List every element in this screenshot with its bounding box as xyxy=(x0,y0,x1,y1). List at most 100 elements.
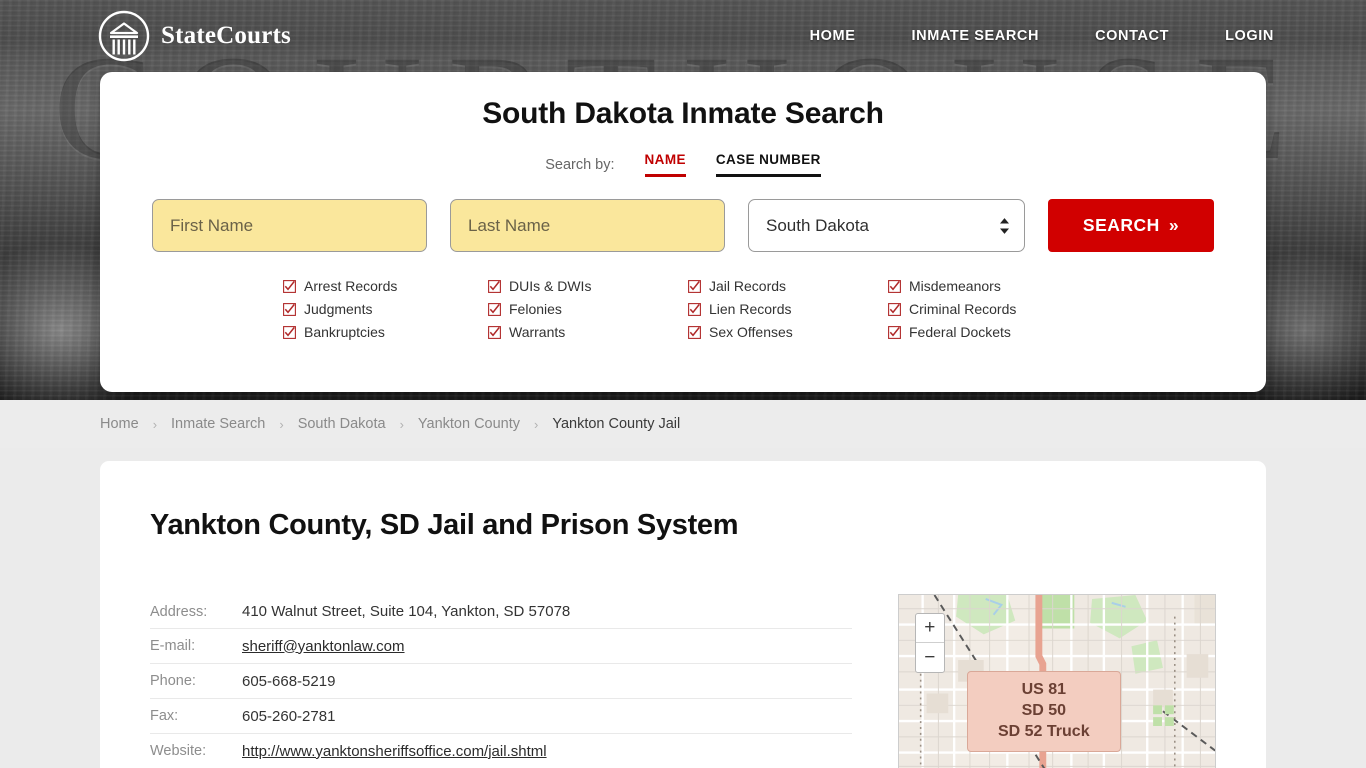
chevron-right-icon: › xyxy=(152,416,158,432)
record-type-checklist: Arrest Records DUIs & DWIs Jail Records … xyxy=(283,278,1083,340)
chevron-updown-icon xyxy=(999,217,1010,234)
check-label: DUIs & DWIs xyxy=(509,278,592,294)
checkbox-checked-icon xyxy=(488,302,501,316)
breadcrumb: Home › Inmate Search › South Dakota › Ya… xyxy=(100,416,680,432)
checkbox-checked-icon xyxy=(688,302,701,316)
courthouse-circle-icon xyxy=(98,10,150,62)
top-navigation-bar: StateCourts HOME INMATE SEARCH CONTACT L… xyxy=(0,0,1366,72)
checkbox-checked-icon xyxy=(488,325,501,339)
chevron-right-icon: › xyxy=(399,416,404,432)
check-label: Felonies xyxy=(509,301,562,317)
search-by-tabs: Search by: NAME CASE NUMBER xyxy=(100,152,1266,177)
location-map[interactable]: + − US 81 SD 50 SD 52 Truck xyxy=(897,594,1216,768)
brand-name: StateCourts xyxy=(161,22,291,49)
row-label: Fax: xyxy=(150,708,179,724)
check-item-duis-dwis[interactable]: DUIs & DWIs xyxy=(488,278,688,294)
search-button-label: SEARCH xyxy=(1082,215,1160,235)
row-label: Website: xyxy=(150,743,207,759)
checkbox-checked-icon xyxy=(283,279,296,293)
check-item-sex-offenses[interactable]: Sex Offenses xyxy=(688,324,888,340)
check-label: Lien Records xyxy=(709,301,792,317)
first-name-input[interactable] xyxy=(152,199,427,252)
check-item-felonies[interactable]: Felonies xyxy=(488,301,688,317)
checkbox-checked-icon xyxy=(688,325,701,339)
breadcrumb-bar: Home › Inmate Search › South Dakota › Ya… xyxy=(0,400,1366,448)
breadcrumb-item-south-dakota[interactable]: South Dakota xyxy=(298,416,386,432)
table-row: Address: 410 Walnut Street, Suite 104, Y… xyxy=(150,594,852,629)
breadcrumb-item-inmate-search[interactable]: Inmate Search xyxy=(171,416,265,432)
row-label: Phone: xyxy=(150,673,196,689)
search-by-label: Search by: xyxy=(545,156,615,173)
row-value-email: sheriff@yanktonlaw.com xyxy=(242,638,405,655)
check-label: Arrest Records xyxy=(304,278,398,294)
nav-item-contact[interactable]: CONTACT xyxy=(1095,28,1169,44)
state-select[interactable]: South Dakota xyxy=(748,199,1025,252)
check-label: Misdemeanors xyxy=(909,278,1001,294)
check-label: Judgments xyxy=(304,301,373,317)
row-value-website: http://www.yanktonsheriffsoffice.com/jai… xyxy=(242,743,547,760)
website-link[interactable]: http://www.yanktonsheriffsoffice.com/jai… xyxy=(242,743,547,760)
checkbox-checked-icon xyxy=(283,325,296,339)
breadcrumb-item-current: Yankton County Jail xyxy=(552,416,681,432)
facility-info-table: Address: 410 Walnut Street, Suite 104, Y… xyxy=(150,594,852,768)
zoom-out-button[interactable]: − xyxy=(916,643,944,672)
check-label: Bankruptcies xyxy=(304,324,385,340)
search-card-title: South Dakota Inmate Search xyxy=(482,97,884,130)
check-item-jail-records[interactable]: Jail Records xyxy=(688,278,888,294)
check-item-misdemeanors[interactable]: Misdemeanors xyxy=(888,278,1083,294)
check-label: Warrants xyxy=(509,324,566,340)
map-zoom-controls: + − xyxy=(914,613,945,673)
row-value-phone: 605-668-5219 xyxy=(242,672,336,690)
email-link[interactable]: sheriff@yanktonlaw.com xyxy=(242,638,405,655)
table-row: Fax: 605-260-2781 xyxy=(150,699,852,734)
check-label: Jail Records xyxy=(709,278,787,294)
checkbox-checked-icon xyxy=(488,279,501,293)
search-button[interactable]: SEARCH » xyxy=(1048,199,1214,252)
checkbox-checked-icon xyxy=(888,279,901,293)
zoom-in-button[interactable]: + xyxy=(915,614,944,643)
table-row: Phone: 605-668-5219 xyxy=(150,664,852,699)
check-item-judgments[interactable]: Judgments xyxy=(283,301,488,317)
highway-shield-label: US 81 SD 50 SD 52 Truck xyxy=(966,671,1121,753)
brand-logo[interactable]: StateCourts xyxy=(98,10,291,62)
hero-banner: COURTHOUSE StateCourts HOME INMATE SEARC… xyxy=(0,0,1366,400)
facility-detail-body: Address: 410 Walnut Street, Suite 104, Y… xyxy=(100,594,1266,768)
page-title: Yankton County, SD Jail and Prison Syste… xyxy=(150,509,739,541)
double-chevron-right-icon: » xyxy=(1168,215,1180,235)
checkbox-checked-icon xyxy=(688,279,701,293)
chevron-right-icon: › xyxy=(534,416,539,432)
state-select-value: South Dakota xyxy=(766,215,870,235)
nav-item-login[interactable]: LOGIN xyxy=(1225,28,1274,44)
search-fields-row: South Dakota SEARCH » xyxy=(100,199,1266,252)
facility-detail-card: Yankton County, SD Jail and Prison Syste… xyxy=(100,461,1266,768)
nav-item-inmate-search[interactable]: INMATE SEARCH xyxy=(912,28,1040,44)
last-name-input[interactable] xyxy=(450,199,725,252)
check-item-bankruptcies[interactable]: Bankruptcies xyxy=(283,324,488,340)
check-item-lien-records[interactable]: Lien Records xyxy=(688,301,888,317)
check-item-criminal-records[interactable]: Criminal Records xyxy=(888,301,1083,317)
highway-line-3: SD 52 Truck xyxy=(997,723,1090,741)
highway-line-2: SD 50 xyxy=(1021,702,1067,720)
breadcrumb-item-yankton-county[interactable]: Yankton County xyxy=(418,416,520,432)
row-label: Address: xyxy=(150,603,208,620)
checkbox-checked-icon xyxy=(283,302,296,316)
table-row: E-mail: sheriff@yanktonlaw.com xyxy=(150,629,852,664)
check-item-arrest-records[interactable]: Arrest Records xyxy=(283,278,488,294)
inmate-search-card: South Dakota Inmate Search Search by: NA… xyxy=(100,72,1266,392)
row-value-fax: 605-260-2781 xyxy=(242,707,336,725)
highway-line-1: US 81 xyxy=(1021,681,1067,698)
tab-name[interactable]: NAME xyxy=(644,152,686,177)
check-label: Sex Offenses xyxy=(709,324,793,340)
check-item-federal-dockets[interactable]: Federal Dockets xyxy=(888,324,1083,340)
breadcrumb-item-home[interactable]: Home xyxy=(100,416,139,432)
nav-item-home[interactable]: HOME xyxy=(810,28,856,44)
tab-case-number[interactable]: CASE NUMBER xyxy=(715,152,821,177)
checkbox-checked-icon xyxy=(888,325,901,339)
chevron-right-icon: › xyxy=(279,416,284,432)
row-value-address: 410 Walnut Street, Suite 104, Yankton, S… xyxy=(242,603,571,620)
check-item-warrants[interactable]: Warrants xyxy=(488,324,688,340)
row-label: E-mail: xyxy=(150,638,196,654)
check-label: Federal Dockets xyxy=(909,324,1011,340)
check-label: Criminal Records xyxy=(909,301,1017,317)
table-row: Website: http://www.yanktonsheriffsoffic… xyxy=(150,734,852,768)
